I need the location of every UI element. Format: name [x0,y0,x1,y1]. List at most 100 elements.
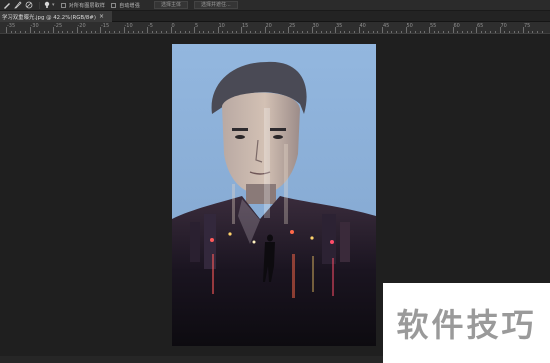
ruler-label: -35 [7,23,16,29]
ruler-tick [452,27,454,33]
ruler-tick [508,31,510,33]
ruler-tick [231,31,233,33]
ruler-tick [414,31,416,33]
status-bar [0,356,383,363]
ruler-label: 15 [242,23,249,29]
ruler-label: -15 [101,23,110,29]
ruler-tick [278,31,280,33]
ruler-label: 40 [359,23,366,29]
ruler-label: 0 [171,23,175,29]
ruler-label: 75 [524,23,531,29]
ruler-tick [156,31,158,33]
ruler-tick [29,27,31,33]
chevron-down-icon[interactable]: ▾ [52,2,55,8]
ruler-tick [443,31,445,33]
ruler-tick [6,27,7,33]
close-icon[interactable]: × [99,13,104,20]
ruler-tick [189,31,191,33]
document-tab[interactable]: 学习双重曝光.jpg @ 42.2%(RGB/8#) × [0,11,112,22]
ruler-tick [461,31,463,33]
ruler-tick [494,31,496,33]
ruler-tick [367,31,369,33]
ruler-tick [306,31,308,33]
ruler-tick [400,31,402,33]
select-subject-button[interactable]: 选择主体 [153,1,188,9]
ruler-tick [53,27,54,33]
ruler-tick [438,31,440,33]
brush-icon[interactable] [3,1,11,9]
ruler-tick [335,27,336,33]
ruler-tick [476,27,477,33]
ruler-tick [504,31,506,33]
ruler-tick [523,27,524,33]
ruler-tick [38,31,40,33]
ruler-tick [236,31,238,33]
ruler-tick [325,31,327,33]
auto-enhance-checkbox[interactable] [111,2,117,8]
ruler-tick [100,27,101,33]
ruler-tick [24,31,26,33]
ruler-tick [184,31,186,33]
ruler-tick [377,31,379,33]
ruler-tick [429,27,430,33]
ruler-tick [537,31,539,33]
horizontal-ruler[interactable]: -35 -30 -25 -20 -15 -10 -5 0 5 10 15 20 25 30 35 40 45 50… [0,22,550,34]
ruler-label: 25 [289,23,296,29]
ruler-tick [67,31,69,33]
watermark-text: 软件技巧 [396,306,537,344]
lightbulb-icon[interactable] [43,1,51,9]
ruler-label: 65 [477,23,484,29]
ruler-tick [76,27,78,33]
ruler-tick [353,31,355,33]
select-and-mask-button[interactable]: 选择并遮住... [193,1,238,9]
ruler-tick [62,31,64,33]
ruler-tick [203,31,205,33]
ruler-tick [10,31,12,33]
ruler-tick [405,27,407,33]
ruler-tick [114,31,116,33]
pencil-icon[interactable] [14,1,22,9]
watermark: 软件技巧 [383,283,550,363]
ruler-tick [259,31,261,33]
ruler-tick [179,31,181,33]
separator [39,1,40,9]
ruler-tick [245,31,247,33]
ruler-label: 45 [383,23,390,29]
ruler-label: 20 [265,23,272,29]
ruler-tick [297,31,299,33]
ruler-tick [499,27,501,33]
document-tab-bar: 学习双重曝光.jpg @ 42.2%(RGB/8#) × [0,11,550,22]
document-tab-title: 学习双重曝光.jpg @ 42.2%(RGB/8#) [2,14,96,21]
ruler-tick [363,31,365,33]
ruler-tick [109,31,111,33]
ruler-tick [311,27,313,33]
ruler-tick [269,31,271,33]
ruler-label: 70 [500,23,507,29]
ruler-tick [386,31,388,33]
ruler-tick [198,31,200,33]
ruler-tick [288,27,289,33]
ruler-tick [165,31,167,33]
ruler-label: -25 [54,23,63,29]
ruler-label: 55 [430,23,437,29]
ruler-tick [48,31,50,33]
ruler-tick [283,31,285,33]
ruler-tick [241,27,242,33]
ruler-tick [43,31,45,33]
ruler-label: 10 [218,23,225,29]
ruler-tick [15,31,17,33]
ruler-tick [147,27,148,33]
ruler-tick [391,31,393,33]
ruler-tick [264,27,266,33]
ruler-tick [527,31,529,33]
ruler-tick [151,31,153,33]
eraser-icon[interactable] [25,1,33,9]
ruler-tick [372,31,374,33]
ruler-tick [250,31,252,33]
ruler-tick [255,31,257,33]
sample-all-layers-checkbox[interactable] [60,2,66,8]
ruler-tick [339,31,341,33]
ruler-tick [170,27,172,33]
ruler-tick [137,31,139,33]
ruler-tick [123,27,125,33]
